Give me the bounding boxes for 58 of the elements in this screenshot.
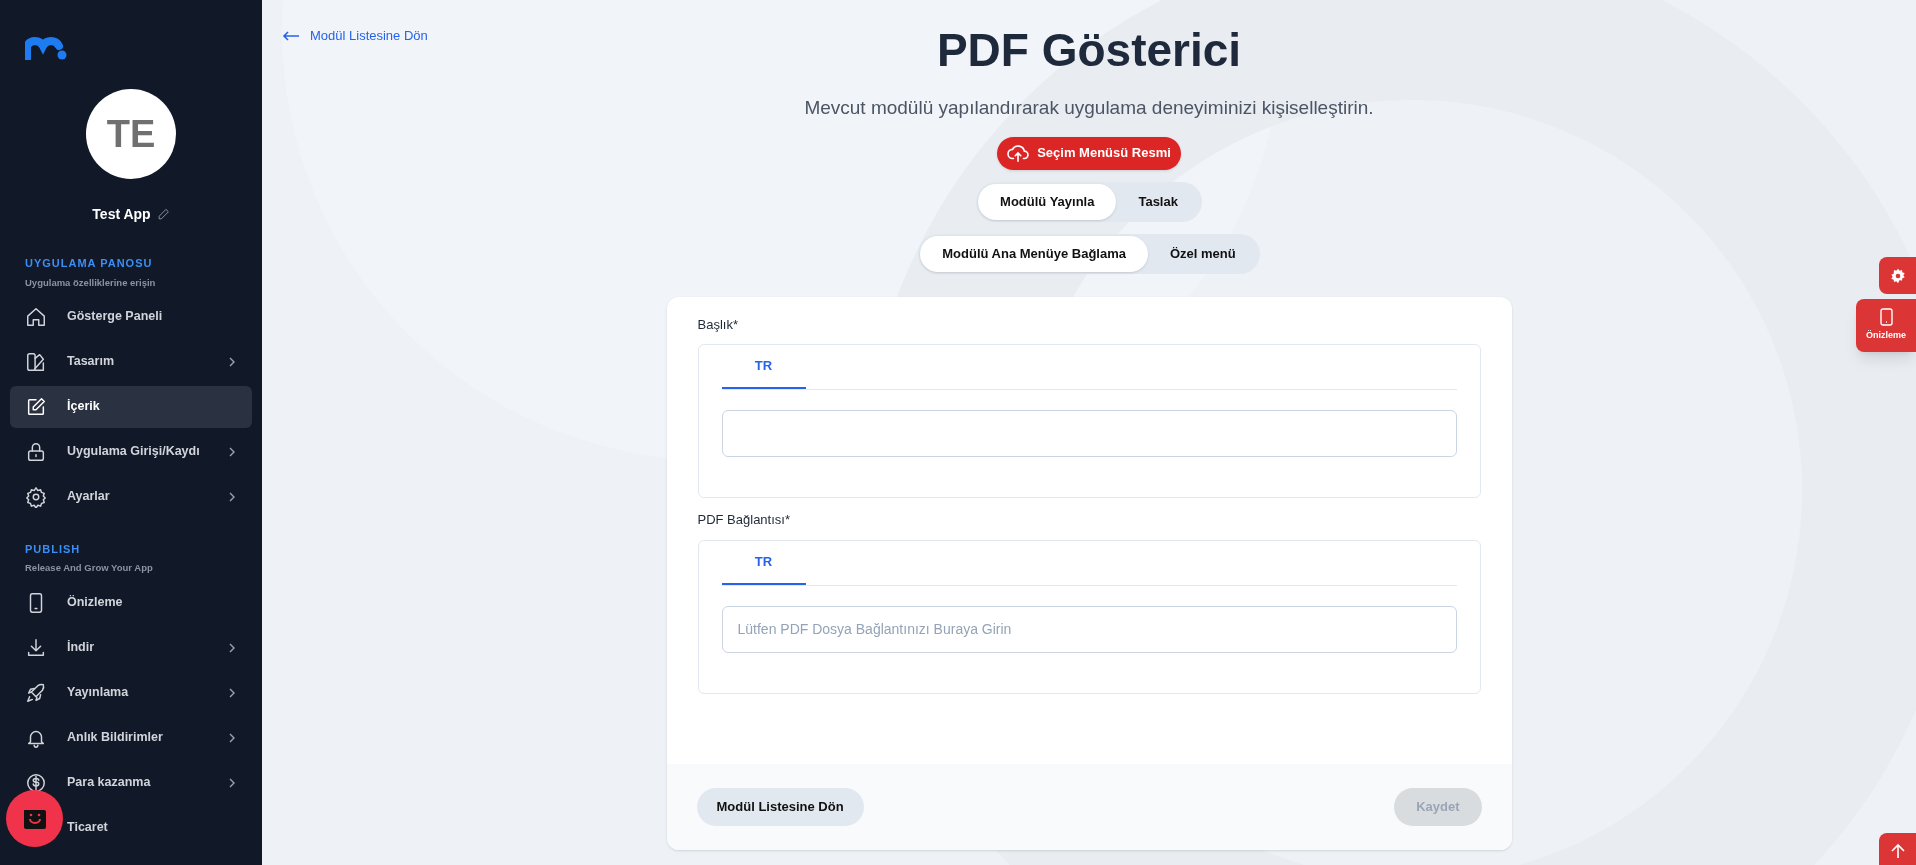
section-title: UYGULAMA PANOSU (24, 256, 154, 271)
toggle-option[interactable]: Modülü Ana Menüye Bağlama (920, 235, 1148, 272)
sidebar-item[interactable]: Anlık Bildirimler (10, 716, 252, 759)
settings-button[interactable] (1879, 257, 1916, 294)
palette-icon (25, 350, 47, 373)
settings-icon (25, 485, 47, 508)
chevron-right-icon (227, 732, 237, 743)
edit-icon[interactable] (156, 208, 170, 221)
language-tab[interactable]: TR (721, 345, 806, 389)
toggle-option[interactable]: Modülü Yayınla (978, 183, 1117, 220)
sidebar-item[interactable]: Gösterge Paneli (10, 295, 252, 338)
sidebar-item[interactable]: Tasarım (10, 340, 252, 383)
cloud-upload-icon (1007, 143, 1030, 163)
back-link[interactable]: Modül Listesine Dön (282, 26, 428, 46)
toggle-option[interactable]: Taslak (1116, 183, 1200, 220)
toggle-option[interactable]: Özel menü (1148, 235, 1258, 272)
sidebar-item[interactable]: Önizleme (10, 581, 252, 624)
text-input-field[interactable] (721, 410, 1457, 457)
section-subtitle: Release And Grow Your App (24, 561, 154, 576)
smiley-chat-icon (23, 808, 46, 829)
chevron-right-icon (227, 687, 237, 698)
sidebar-item[interactable]: İçerik (10, 385, 252, 428)
field-label: PDF Bağlantısı* (697, 511, 791, 529)
phone-icon (1879, 308, 1893, 327)
chevron-right-icon (227, 356, 237, 367)
arrow-left-icon (282, 30, 300, 41)
edit-icon (25, 395, 47, 418)
sidebar-item[interactable]: Para kazanma (10, 761, 252, 804)
arrow-up-icon (1889, 843, 1906, 859)
app-name: Test App (92, 205, 151, 224)
download-icon (25, 636, 47, 659)
page-title: PDF Gösterici (936, 23, 1242, 78)
image-upload-button[interactable]: Seçim Menüsü Resmi (997, 136, 1181, 170)
chevron-right-icon (227, 491, 237, 502)
sidebar-item[interactable]: Ticaret (65, 806, 252, 849)
chevron-right-icon (227, 777, 237, 788)
sidebar-item[interactable]: Ayarlar (10, 475, 252, 518)
field-label: Başlık* (697, 315, 739, 334)
sidebar-item[interactable]: Yayınlama (10, 671, 252, 714)
page-subtitle: Mevcut modülü yapılandırarak uygulama deneyiminizi kişiselleştirin. (804, 96, 1374, 120)
rocket-icon (25, 681, 47, 704)
chat-button[interactable] (6, 790, 63, 847)
section-title: PUBLISH (24, 541, 82, 557)
logo-icon (25, 34, 67, 60)
section-subtitle: Uygulama özelliklerine erişin (24, 275, 157, 290)
language-tab[interactable]: TR (721, 540, 806, 585)
sidebar-item[interactable]: Uygulama Girişi/Kaydı (10, 430, 252, 473)
sidebar-item[interactable]: İndir (10, 626, 252, 669)
back-button[interactable]: Modül Listesine Dön (696, 787, 864, 826)
chevron-right-icon (227, 446, 237, 457)
lock-icon (25, 440, 47, 463)
text-input-field[interactable]: Lütfen PDF Dosya Bağlantınızı Buraya Girin (721, 605, 1457, 653)
chevron-right-icon (227, 642, 237, 653)
settings-icon (1889, 267, 1906, 284)
home-icon (25, 305, 47, 328)
scroll-to-top-button[interactable] (1879, 833, 1916, 865)
preview-button[interactable]: Önizleme (1856, 299, 1916, 352)
avatar-initials: TE (86, 89, 176, 179)
